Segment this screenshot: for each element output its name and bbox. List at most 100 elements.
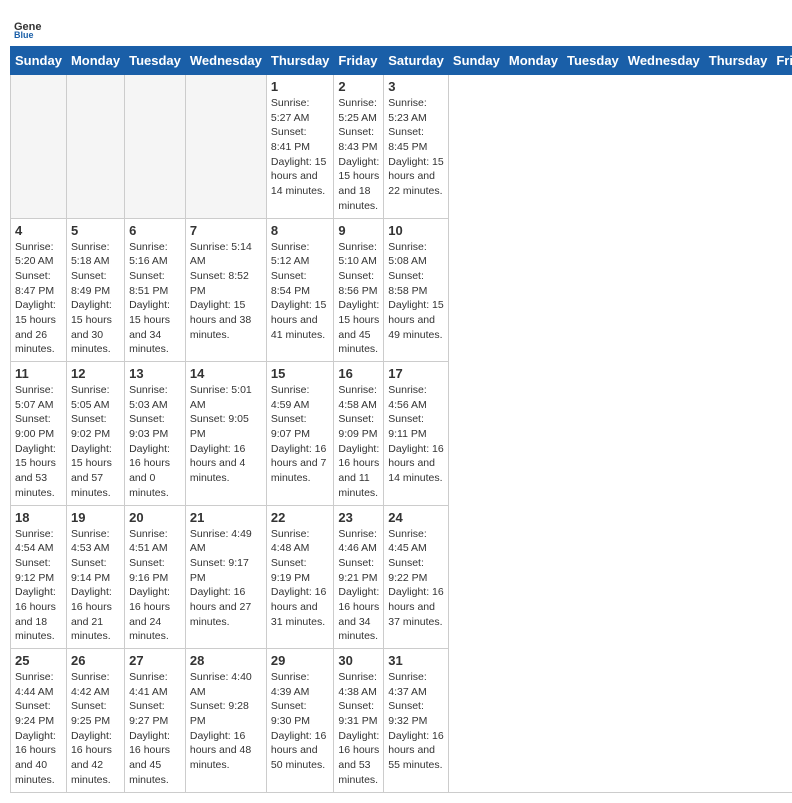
day-number: 26 — [71, 653, 120, 668]
calendar-cell: 12 Sunrise: 5:05 AMSunset: 9:02 PMDayligh… — [66, 362, 124, 506]
calendar-cell: 21Sunrise: 4:49 AMSunset: 9:17 PMDayligh… — [185, 505, 266, 649]
day-number: 11 — [15, 366, 62, 381]
day-number: 30 — [338, 653, 379, 668]
day-info: Sunrise: 4:48 AMSunset: 9:19 PMDaylight:… — [271, 527, 330, 630]
calendar-cell: 16 Sunrise: 4:58 AMSunset: 9:09 PMDayligh… — [334, 362, 384, 506]
day-info: Sunrise: 5:18 AMSunset: 8:49 PMDaylight:… — [71, 240, 120, 358]
day-info: Sunrise: 4:59 AMSunset: 9:07 PMDaylight:… — [271, 383, 330, 486]
logo-icon: General Blue — [14, 10, 42, 38]
calendar-cell: 5 Sunrise: 5:18 AMSunset: 8:49 PMDaylight… — [66, 218, 124, 362]
day-info: Sunrise: 4:44 AMSunset: 9:24 PMDaylight:… — [15, 670, 62, 788]
calendar-cell: 29 Sunrise: 4:39 AMSunset: 9:30 PMDayligh… — [266, 649, 334, 793]
calendar-cell: 13Sunrise: 5:03 AMSunset: 9:03 PMDayligh… — [125, 362, 186, 506]
header-tuesday: Tuesday — [125, 47, 186, 75]
calendar-cell: 3 Sunrise: 5:23 AMSunset: 8:45 PMDaylight… — [384, 75, 449, 219]
day-info: Sunrise: 5:10 AMSunset: 8:56 PMDaylight:… — [338, 240, 379, 358]
calendar-cell: 15 Sunrise: 4:59 AMSunset: 9:07 PMDayligh… — [266, 362, 334, 506]
calendar-cell: 20 Sunrise: 4:51 AMSunset: 9:16 PMDayligh… — [125, 505, 186, 649]
col-header-wednesday: Wednesday — [623, 47, 704, 75]
col-header-sunday: Sunday — [448, 47, 504, 75]
week-row-2: 4Sunrise: 5:20 AMSunset: 8:47 PMDaylight… — [11, 218, 792, 362]
day-number: 13 — [129, 366, 181, 381]
calendar-cell: 17 Sunrise: 4:56 AMSunset: 9:11 PMDayligh… — [384, 362, 449, 506]
week-row-3: 11 Sunrise: 5:07 AMSunset: 9:00 PMDayligh… — [11, 362, 792, 506]
day-number: 8 — [271, 223, 330, 238]
calendar-cell: 11 Sunrise: 5:07 AMSunset: 9:00 PMDayligh… — [11, 362, 67, 506]
day-number: 18 — [15, 510, 62, 525]
calendar-cell: 7 Sunrise: 5:14 AMSunset: 8:52 PMDaylight… — [185, 218, 266, 362]
day-info: Sunrise: 4:42 AMSunset: 9:25 PMDaylight:… — [71, 670, 120, 788]
day-info: Sunrise: 5:27 AMSunset: 8:41 PMDaylight:… — [271, 96, 330, 199]
logo: General Blue — [14, 10, 44, 38]
calendar-cell: 6 Sunrise: 5:16 AMSunset: 8:51 PMDaylight… — [125, 218, 186, 362]
calendar-cell — [185, 75, 266, 219]
day-number: 29 — [271, 653, 330, 668]
page-header: General Blue — [10, 10, 782, 38]
calendar-cell: 28 Sunrise: 4:40 AMSunset: 9:28 PMDayligh… — [185, 649, 266, 793]
day-number: 10 — [388, 223, 444, 238]
day-number: 14 — [190, 366, 262, 381]
day-number: 2 — [338, 79, 379, 94]
day-number: 25 — [15, 653, 62, 668]
calendar-cell: 25 Sunrise: 4:44 AMSunset: 9:24 PMDayligh… — [11, 649, 67, 793]
day-info: Sunrise: 4:46 AMSunset: 9:21 PMDaylight:… — [338, 527, 379, 645]
header-monday: Monday — [66, 47, 124, 75]
calendar-cell: 22 Sunrise: 4:48 AMSunset: 9:19 PMDayligh… — [266, 505, 334, 649]
day-number: 27 — [129, 653, 181, 668]
day-info: Sunrise: 5:16 AMSunset: 8:51 PMDaylight:… — [129, 240, 181, 358]
day-info: Sunrise: 4:54 AMSunset: 9:12 PMDaylight:… — [15, 527, 62, 645]
calendar-table: SundayMondayTuesdayWednesdayThursdayFrid… — [10, 46, 792, 793]
day-number: 12 — [71, 366, 120, 381]
day-info: Sunrise: 4:58 AMSunset: 9:09 PMDaylight:… — [338, 383, 379, 501]
calendar-cell: 27 Sunrise: 4:41 AMSunset: 9:27 PMDayligh… — [125, 649, 186, 793]
day-number: 20 — [129, 510, 181, 525]
day-number: 5 — [71, 223, 120, 238]
calendar-cell: 14Sunrise: 5:01 AMSunset: 9:05 PMDayligh… — [185, 362, 266, 506]
day-number: 15 — [271, 366, 330, 381]
day-number: 17 — [388, 366, 444, 381]
calendar-cell: 24Sunrise: 4:45 AMSunset: 9:22 PMDayligh… — [384, 505, 449, 649]
calendar-cell — [66, 75, 124, 219]
calendar-cell: 26 Sunrise: 4:42 AMSunset: 9:25 PMDayligh… — [66, 649, 124, 793]
week-row-4: 18 Sunrise: 4:54 AMSunset: 9:12 PMDayligh… — [11, 505, 792, 649]
day-info: Sunrise: 5:08 AMSunset: 8:58 PMDaylight:… — [388, 240, 444, 343]
day-info: Sunrise: 4:39 AMSunset: 9:30 PMDaylight:… — [271, 670, 330, 773]
calendar-cell: 2 Sunrise: 5:25 AMSunset: 8:43 PMDaylight… — [334, 75, 384, 219]
day-number: 24 — [388, 510, 444, 525]
calendar-cell: 23 Sunrise: 4:46 AMSunset: 9:21 PMDayligh… — [334, 505, 384, 649]
header-thursday: Thursday — [266, 47, 334, 75]
day-info: Sunrise: 4:38 AMSunset: 9:31 PMDaylight:… — [338, 670, 379, 788]
col-header-thursday: Thursday — [704, 47, 772, 75]
day-info: Sunrise: 5:14 AMSunset: 8:52 PMDaylight:… — [190, 240, 262, 343]
day-info: Sunrise: 5:25 AMSunset: 8:43 PMDaylight:… — [338, 96, 379, 214]
header-friday: Friday — [334, 47, 384, 75]
day-number: 6 — [129, 223, 181, 238]
day-info: Sunrise: 4:49 AMSunset: 9:17 PMDaylight:… — [190, 527, 262, 630]
day-info: Sunrise: 4:51 AMSunset: 9:16 PMDaylight:… — [129, 527, 181, 645]
day-info: Sunrise: 4:53 AMSunset: 9:14 PMDaylight:… — [71, 527, 120, 645]
calendar-cell: 19 Sunrise: 4:53 AMSunset: 9:14 PMDayligh… — [66, 505, 124, 649]
day-info: Sunrise: 4:41 AMSunset: 9:27 PMDaylight:… — [129, 670, 181, 788]
day-info: Sunrise: 5:07 AMSunset: 9:00 PMDaylight:… — [15, 383, 62, 501]
day-number: 22 — [271, 510, 330, 525]
calendar-cell: 10 Sunrise: 5:08 AMSunset: 8:58 PMDayligh… — [384, 218, 449, 362]
day-number: 3 — [388, 79, 444, 94]
svg-text:Blue: Blue — [14, 30, 34, 38]
day-info: Sunrise: 4:56 AMSunset: 9:11 PMDaylight:… — [388, 383, 444, 486]
day-info: Sunrise: 5:05 AMSunset: 9:02 PMDaylight:… — [71, 383, 120, 501]
col-header-tuesday: Tuesday — [563, 47, 624, 75]
day-number: 7 — [190, 223, 262, 238]
day-info: Sunrise: 5:20 AMSunset: 8:47 PMDaylight:… — [15, 240, 62, 358]
day-info: Sunrise: 5:12 AMSunset: 8:54 PMDaylight:… — [271, 240, 330, 343]
col-header-friday: Friday — [772, 47, 792, 75]
day-number: 28 — [190, 653, 262, 668]
day-number: 19 — [71, 510, 120, 525]
day-number: 16 — [338, 366, 379, 381]
calendar-cell: 9Sunrise: 5:10 AMSunset: 8:56 PMDaylight… — [334, 218, 384, 362]
calendar-cell: 30 Sunrise: 4:38 AMSunset: 9:31 PMDayligh… — [334, 649, 384, 793]
day-number: 23 — [338, 510, 379, 525]
day-info: Sunrise: 5:23 AMSunset: 8:45 PMDaylight:… — [388, 96, 444, 199]
day-number: 31 — [388, 653, 444, 668]
week-row-5: 25 Sunrise: 4:44 AMSunset: 9:24 PMDayligh… — [11, 649, 792, 793]
day-info: Sunrise: 4:40 AMSunset: 9:28 PMDaylight:… — [190, 670, 262, 773]
